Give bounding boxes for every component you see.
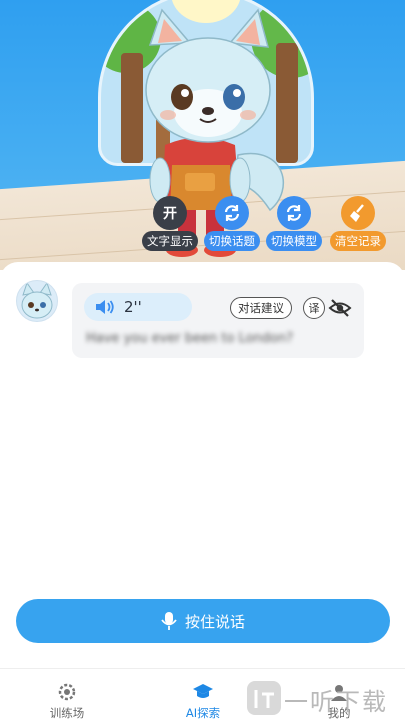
refresh-icon (277, 196, 311, 230)
watermark-logo-icon (247, 681, 281, 715)
hide-text-eye-icon[interactable] (328, 297, 352, 319)
nav-label-ai-explore: AI探索 (185, 706, 221, 720)
translate-button[interactable]: 译 (303, 297, 325, 319)
nav-item-ai-explore[interactable]: AI探索 (168, 681, 238, 721)
press-to-talk-button[interactable]: 按住说话 (16, 599, 390, 643)
switch-model-label: 切换模型 (266, 231, 322, 251)
switch-topic-label: 切换话题 (204, 231, 260, 251)
message-text-blurred: Have you ever been to London? (86, 331, 294, 346)
voice-duration: 2'' (124, 298, 142, 316)
ai-avatar (16, 280, 58, 322)
broom-icon (341, 196, 375, 230)
speaker-icon (96, 300, 114, 314)
microphone-icon (161, 612, 177, 630)
dialogue-suggestion-button[interactable]: 对话建议 (230, 297, 292, 319)
watermark-text: 一听下载 (284, 688, 388, 716)
graduation-cap-icon (193, 684, 213, 698)
gear-icon (58, 683, 76, 701)
refresh-icon (215, 196, 249, 230)
clear-history-label: 清空记录 (330, 231, 386, 251)
switch-topic-button[interactable]: 切换话题 (200, 196, 264, 251)
press-to-talk-label: 按住说话 (184, 612, 245, 631)
voice-message-player[interactable]: 2'' (84, 293, 192, 321)
clear-history-button[interactable]: 清空记录 (326, 196, 390, 251)
toggle-badge: 开 (153, 196, 187, 230)
switch-model-button[interactable]: 切换模型 (262, 196, 326, 251)
nav-item-training[interactable]: 训练场 (32, 681, 102, 721)
text-display-toggle[interactable]: 开 文字显示 (138, 196, 202, 251)
site-watermark: 一听下载 (246, 678, 405, 718)
nav-label-training: 训练场 (49, 706, 85, 720)
text-display-label: 文字显示 (142, 231, 198, 251)
